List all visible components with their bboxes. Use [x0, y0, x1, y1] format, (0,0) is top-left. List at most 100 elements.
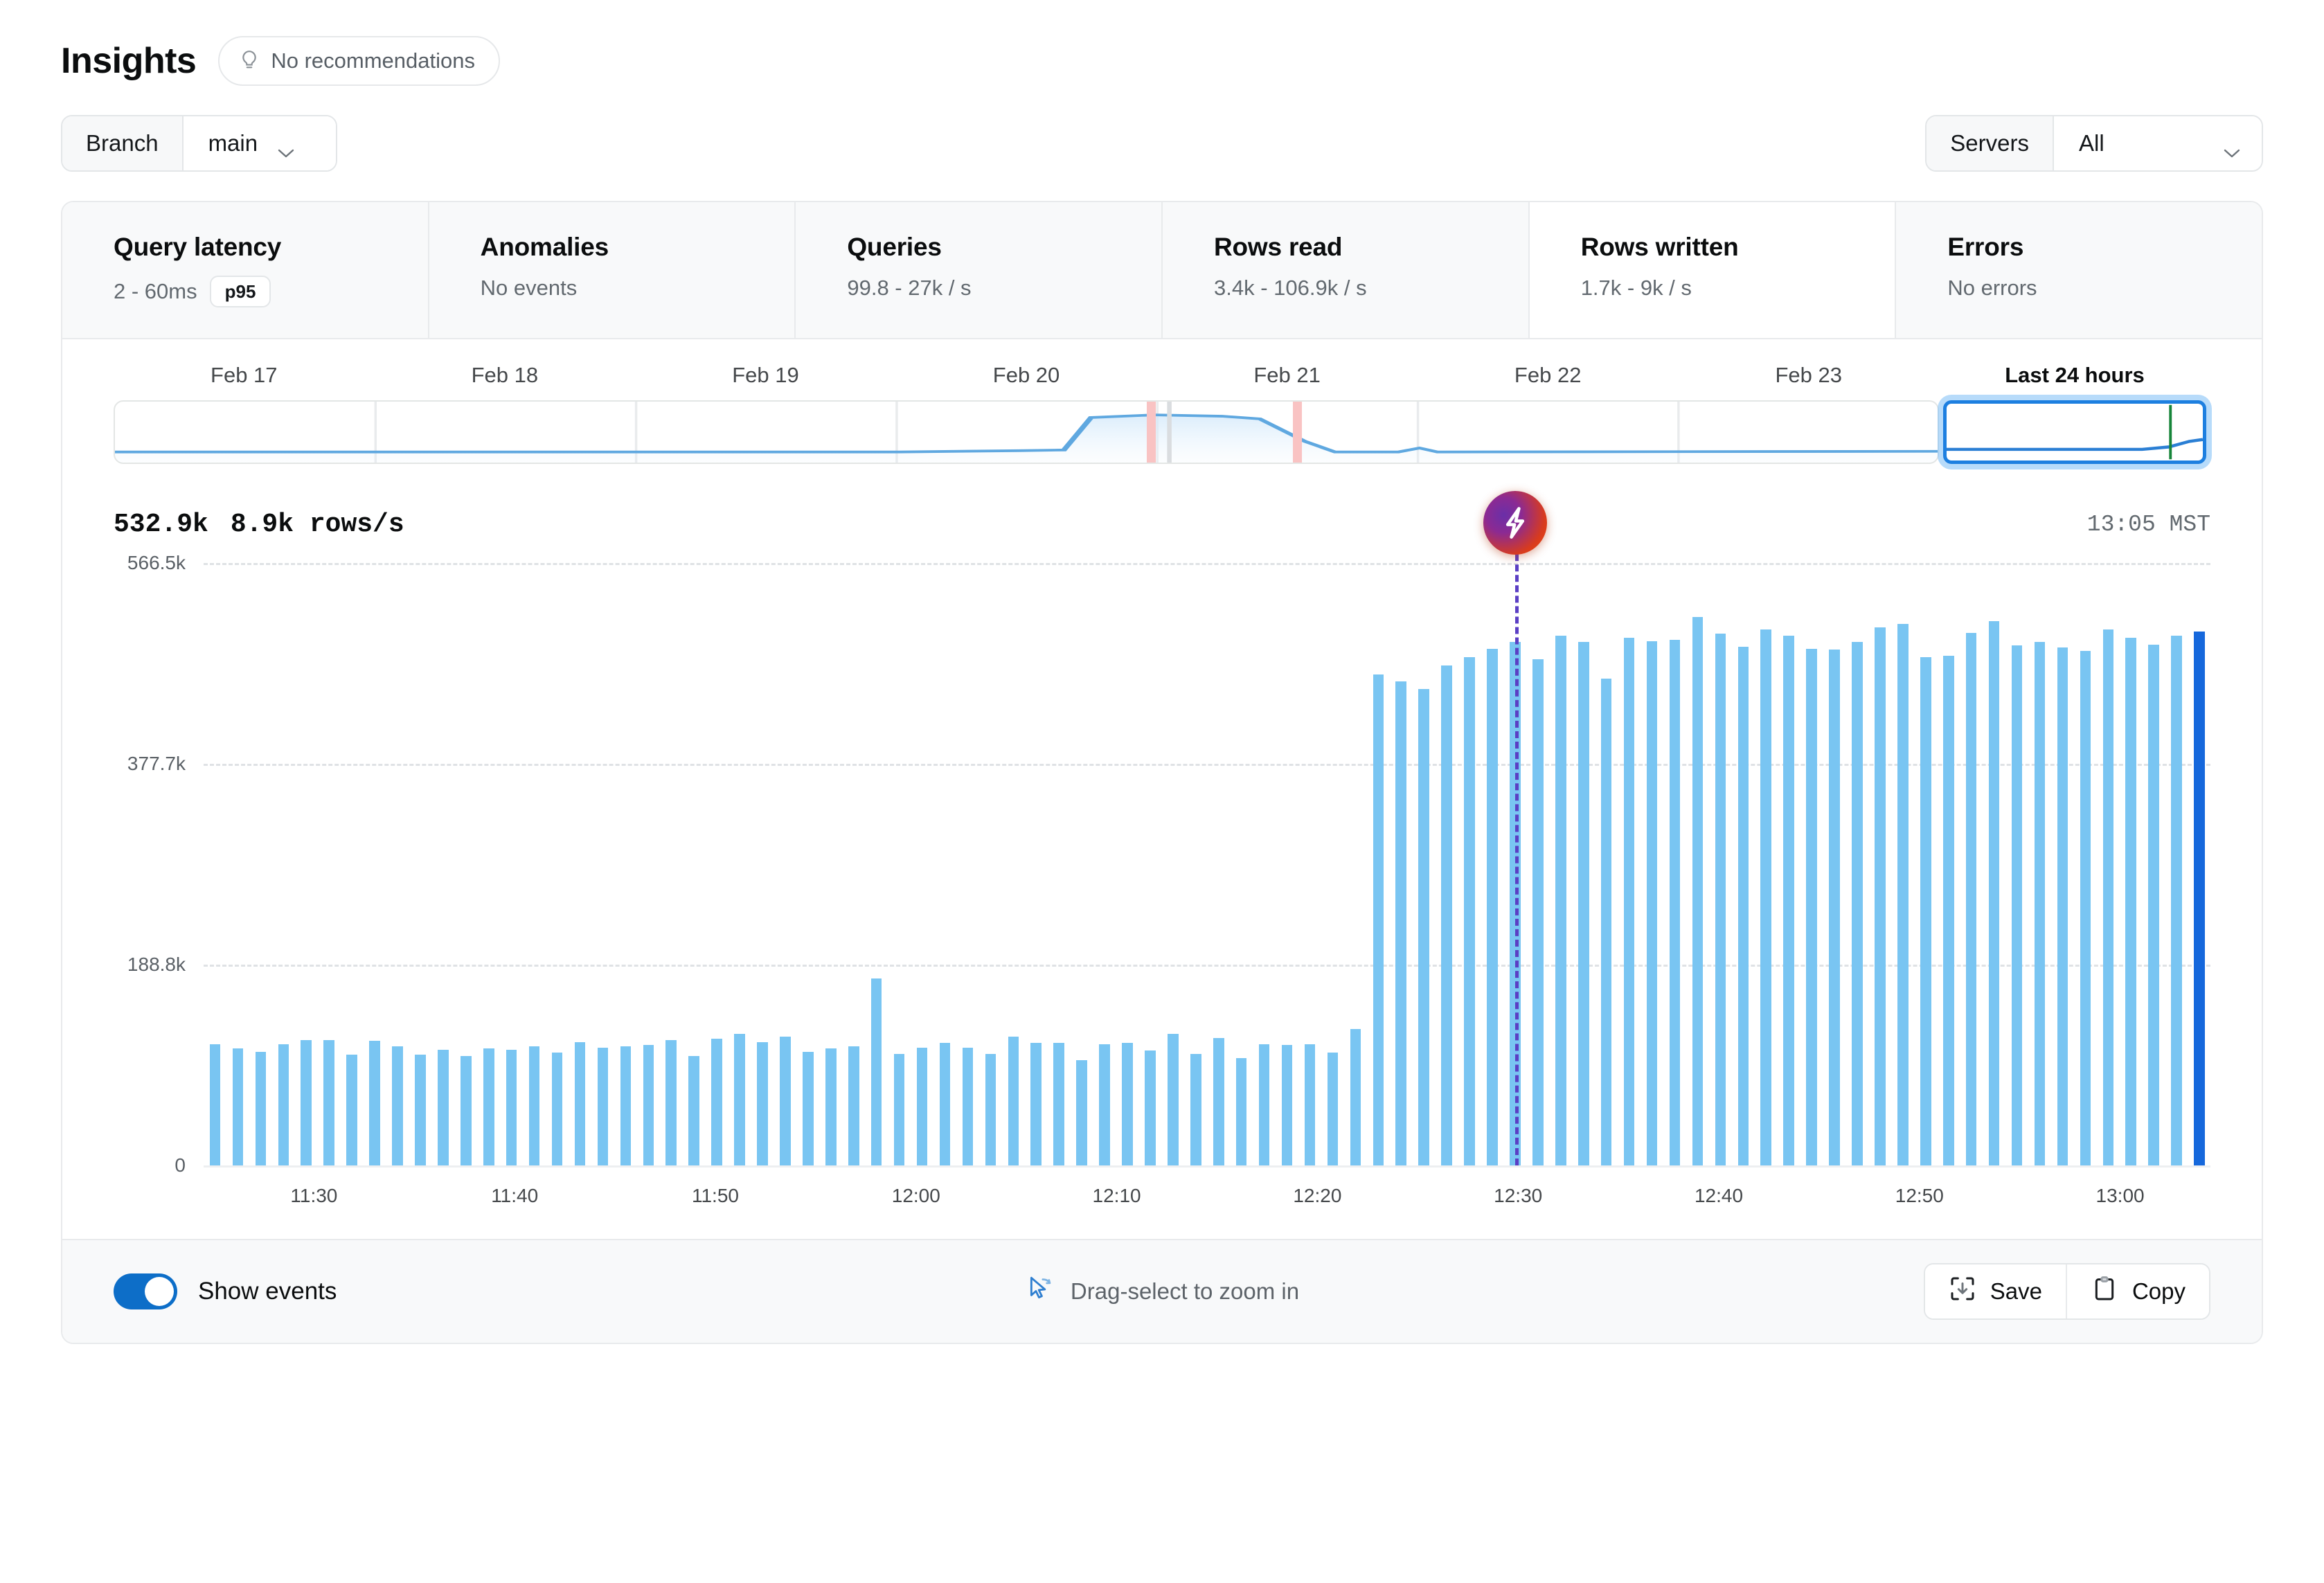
chart-bar[interactable]	[620, 1046, 632, 1165]
last-24-hours-selection[interactable]	[1943, 400, 2206, 464]
chart-bar[interactable]	[1145, 1050, 1156, 1165]
chart-bar[interactable]	[1304, 1044, 1316, 1165]
chart-bar[interactable]	[1235, 1057, 1247, 1165]
chart-bar[interactable]	[1099, 1044, 1110, 1165]
lightning-bolt-icon[interactable]	[1483, 491, 1547, 555]
metric-card-anomalies[interactable]: Anomalies No events	[429, 202, 796, 338]
chart-bar[interactable]	[1373, 674, 1384, 1165]
chart-bar[interactable]	[574, 1041, 586, 1165]
chart-bar[interactable]	[2034, 642, 2046, 1165]
chart-bar[interactable]	[2171, 636, 2182, 1165]
branch-value[interactable]: main	[183, 116, 336, 170]
chart-bar[interactable]	[1737, 646, 1749, 1165]
chart-bar[interactable]	[1350, 1029, 1361, 1165]
chart-bar[interactable]	[1555, 636, 1566, 1165]
chart-bar[interactable]	[1213, 1037, 1224, 1165]
chart-bar[interactable]	[1122, 1043, 1133, 1165]
chart-bar[interactable]	[1168, 1033, 1179, 1165]
chart-bar[interactable]	[1715, 634, 1726, 1165]
servers-selector[interactable]: Servers All	[1925, 115, 2263, 172]
chart-bar[interactable]	[232, 1048, 244, 1165]
metric-card-query-latency[interactable]: Query latency 2 - 60ms p95	[62, 202, 429, 338]
chart-bar[interactable]	[2011, 645, 2023, 1165]
show-events-control[interactable]: Show events	[114, 1273, 337, 1309]
chart-bar[interactable]	[643, 1045, 654, 1165]
recommendations-pill[interactable]: No recommendations	[218, 36, 500, 86]
chart-bar[interactable]	[209, 1044, 221, 1165]
chart-bar[interactable]	[962, 1047, 974, 1165]
show-events-toggle[interactable]	[114, 1273, 177, 1309]
chart-bar[interactable]	[1190, 1053, 1201, 1165]
chart-bar[interactable]	[1053, 1043, 1064, 1165]
chart-bar[interactable]	[1395, 681, 1406, 1165]
servers-value[interactable]: All	[2054, 116, 2262, 170]
chart-bar[interactable]	[803, 1051, 814, 1165]
chart-bar[interactable]	[893, 1053, 905, 1165]
chart-bar[interactable]	[1464, 656, 1475, 1165]
chart-bar[interactable]	[1783, 636, 1794, 1165]
metric-card-rows-read[interactable]: Rows read 3.4k - 106.9k / s	[1163, 202, 1530, 338]
chart-bar[interactable]	[665, 1039, 677, 1165]
chart-bar[interactable]	[506, 1049, 517, 1165]
chart-bar[interactable]	[870, 978, 882, 1165]
chart-bar[interactable]	[711, 1039, 722, 1165]
chart-bar[interactable]	[483, 1048, 494, 1165]
chart-bar[interactable]	[1487, 648, 1498, 1165]
chart-bar[interactable]	[1008, 1037, 1019, 1165]
range-overview-sparkline[interactable]	[114, 400, 1939, 464]
chart-bar[interactable]	[369, 1041, 380, 1165]
chart-bar[interactable]	[1988, 620, 2000, 1165]
chart-bar[interactable]	[1441, 665, 1452, 1165]
chart-bar[interactable]	[392, 1046, 403, 1165]
chart-bar[interactable]	[1897, 624, 1909, 1165]
chart-bar[interactable]	[1942, 656, 1954, 1165]
chart-bar[interactable]	[1965, 632, 1977, 1165]
chart-bar[interactable]	[1875, 627, 1886, 1165]
chart-bar[interactable]	[1920, 656, 1931, 1165]
chart-bar[interactable]	[2102, 629, 2114, 1165]
chart-bar[interactable]	[1258, 1044, 1270, 1165]
chart-bar[interactable]	[1577, 642, 1589, 1165]
chart-bar[interactable]	[1646, 641, 1658, 1165]
chart-bar[interactable]	[780, 1037, 791, 1165]
chart-bar[interactable]	[415, 1055, 426, 1165]
chart-bar[interactable]	[2080, 650, 2091, 1165]
metric-card-queries[interactable]: Queries 99.8 - 27k / s	[796, 202, 1163, 338]
chart-bar[interactable]	[848, 1046, 859, 1165]
branch-selector[interactable]: Branch main	[61, 115, 337, 172]
save-button[interactable]: Save	[1924, 1264, 2066, 1318]
chart-bar[interactable]	[1760, 629, 1771, 1165]
chart-bar[interactable]	[2194, 632, 2205, 1165]
chart-bar[interactable]	[985, 1053, 996, 1165]
chart-bar[interactable]	[2125, 638, 2136, 1165]
chart-bar[interactable]	[1852, 642, 1863, 1165]
chart-bar[interactable]	[1327, 1053, 1339, 1165]
chart-bar[interactable]	[1829, 650, 1840, 1165]
chart-bar[interactable]	[1076, 1059, 1087, 1165]
chart-bar[interactable]	[1806, 648, 1817, 1165]
chart-bar[interactable]	[1623, 638, 1635, 1165]
chart-bar[interactable]	[278, 1044, 289, 1165]
chart-bar[interactable]	[825, 1048, 837, 1165]
metric-card-rows-written[interactable]: Rows written 1.7k - 9k / s	[1529, 202, 1897, 338]
chart-bar[interactable]	[916, 1047, 928, 1165]
chart-bar[interactable]	[1532, 659, 1544, 1165]
chart-bar[interactable]	[688, 1055, 699, 1165]
chart-bar[interactable]	[2057, 647, 2068, 1165]
chart-bar[interactable]	[301, 1039, 312, 1165]
copy-button[interactable]: Copy	[2065, 1264, 2209, 1318]
chart-bar[interactable]	[1669, 640, 1681, 1165]
chart-bar[interactable]	[2148, 644, 2159, 1165]
chart-bar[interactable]	[461, 1055, 472, 1165]
chart-bar[interactable]	[939, 1043, 951, 1165]
chart-bar[interactable]	[1281, 1045, 1293, 1165]
chart-bar[interactable]	[597, 1047, 609, 1165]
chart-bar[interactable]	[1600, 678, 1612, 1165]
chart-bar[interactable]	[1030, 1043, 1042, 1165]
chart-bar[interactable]	[757, 1041, 768, 1165]
chart-bar[interactable]	[323, 1039, 334, 1165]
chart-bar[interactable]	[1418, 689, 1429, 1165]
chart-bar[interactable]	[734, 1033, 745, 1165]
chart-bar[interactable]	[551, 1053, 563, 1165]
chart-plot[interactable]: 566.5k 377.7k 188.8k 0	[127, 491, 2210, 1176]
